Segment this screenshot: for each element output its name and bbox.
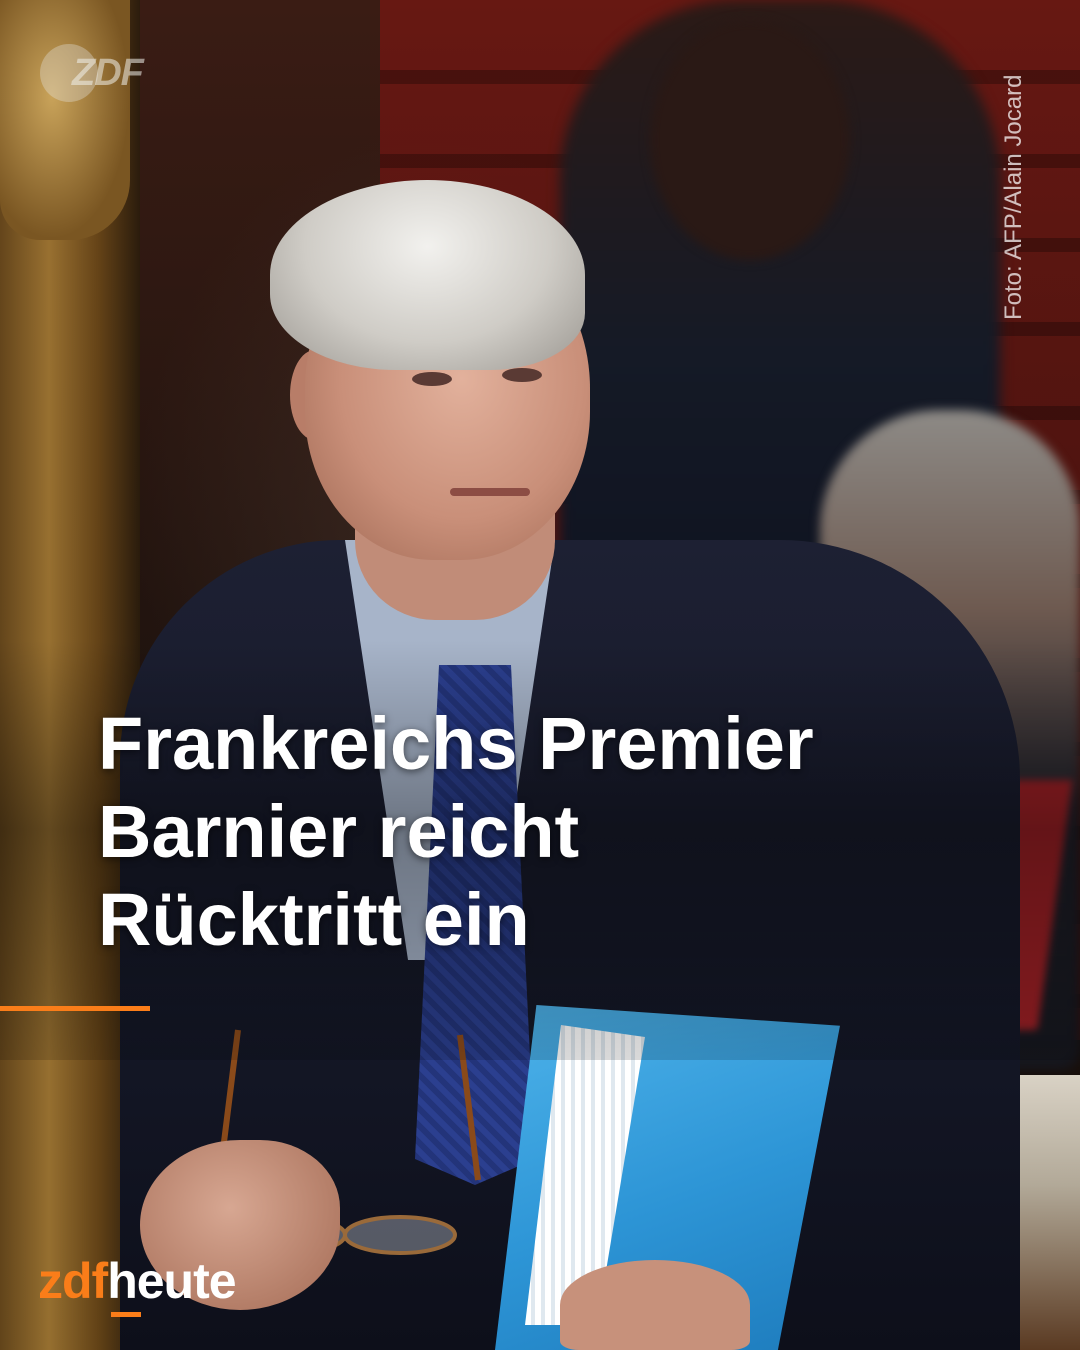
brand-underline <box>111 1312 142 1317</box>
brand-heute-text: heute <box>107 1253 236 1309</box>
brand-logo: zdfheute <box>38 1252 237 1317</box>
background-person-head <box>650 20 850 260</box>
mouth <box>450 488 530 496</box>
corner-logo-text: ZDF <box>72 52 144 94</box>
zdf-logo-icon: ZDF <box>40 44 150 102</box>
headline-line: Barnier reicht <box>98 790 580 873</box>
brand-heute: heute <box>107 1253 237 1317</box>
right-eye <box>502 368 542 382</box>
brand-zdf: zdf <box>38 1253 108 1309</box>
headline: Frankreichs Premier Barnier reicht Rückt… <box>98 700 998 964</box>
photo-credit: Foto: AFP/Alain Jocard <box>1000 74 1027 320</box>
headline-line: Rücktritt ein <box>98 878 530 961</box>
left-eye <box>412 372 452 386</box>
right-hand <box>560 1260 750 1350</box>
white-hair <box>270 180 585 370</box>
headline-line: Frankreichs Premier <box>98 702 814 785</box>
social-post-card: ZDF Foto: AFP/Alain Jocard Frankreichs P… <box>0 0 1080 1350</box>
accent-divider <box>0 1006 150 1011</box>
statue-head <box>0 0 130 240</box>
